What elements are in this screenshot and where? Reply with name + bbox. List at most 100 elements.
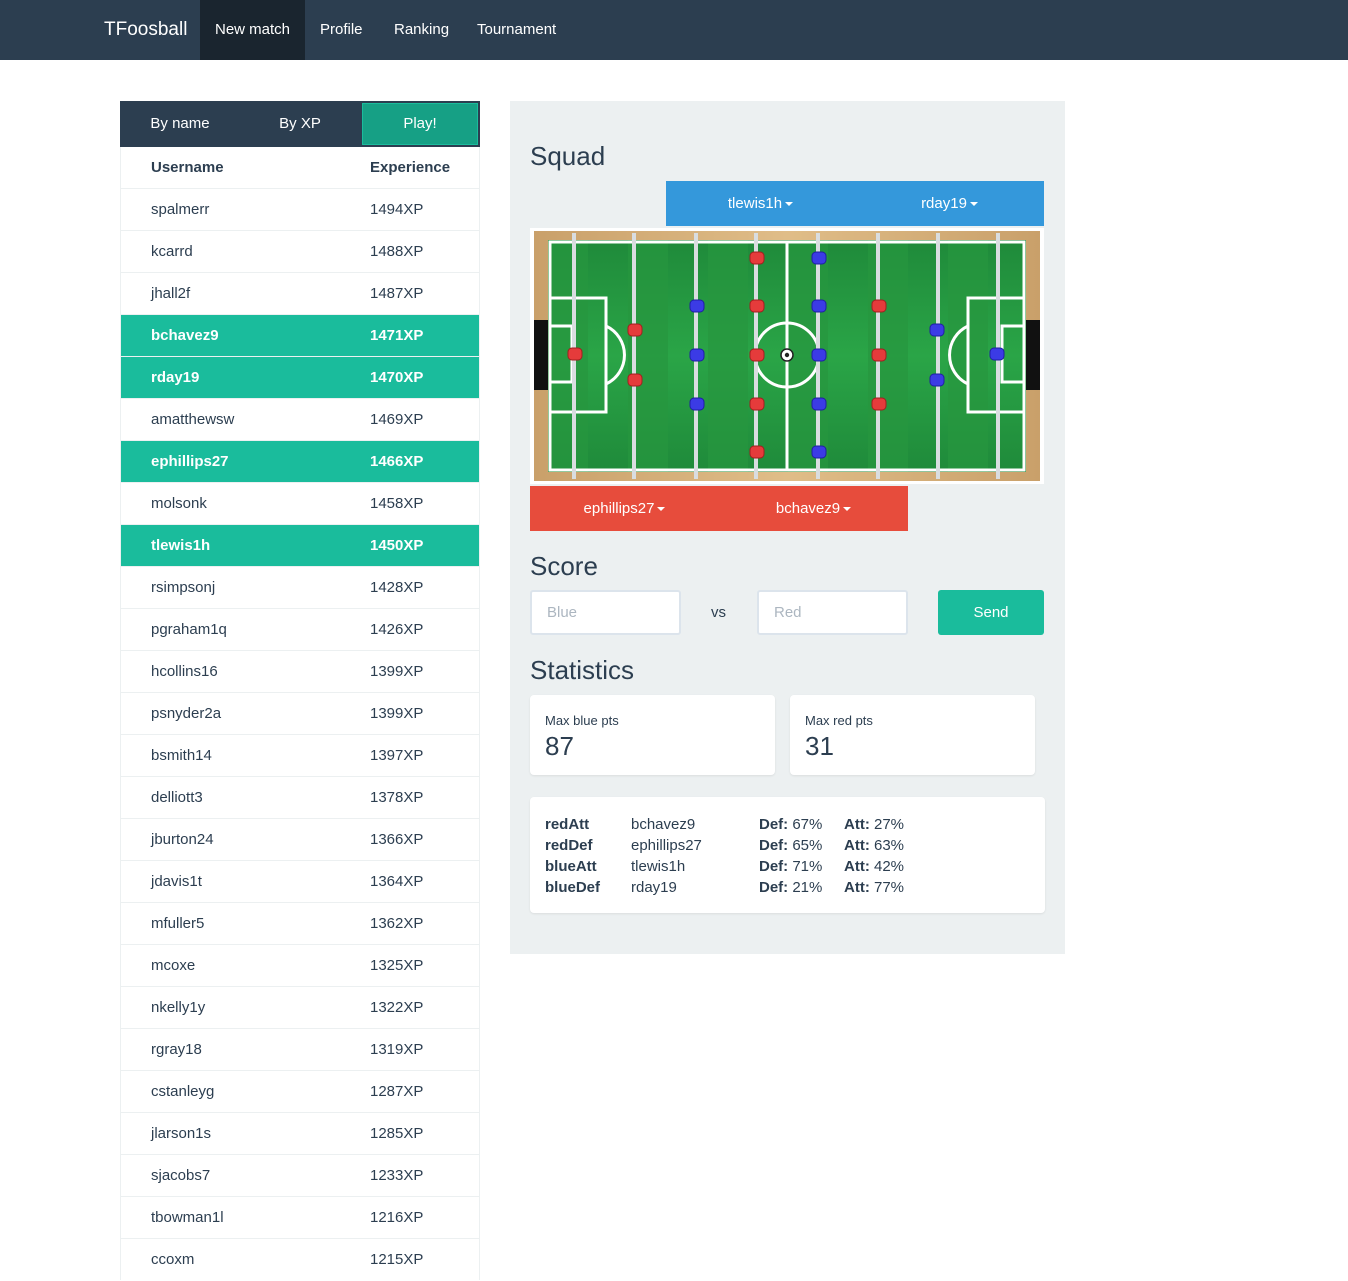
username-cell: jlarson1s — [151, 1125, 212, 1142]
red-attacker-dropdown[interactable]: bchavez9 — [719, 486, 908, 531]
blue-score-input[interactable]: Blue — [530, 590, 681, 635]
xp-cell: 1215XP — [370, 1251, 424, 1268]
nav-new-match[interactable]: New match — [200, 0, 306, 60]
caret-down-icon — [657, 507, 666, 512]
xp-cell: 1378XP — [370, 789, 424, 806]
username-cell: amatthewsw — [151, 411, 235, 428]
att-label: Att: — [844, 837, 870, 854]
table-row[interactable]: amatthewsw 1469XP — [121, 398, 479, 440]
username-cell: cstanleyg — [151, 1083, 215, 1100]
stats-row: redDef ephillips27 Def: 65% Att: 63% — [545, 835, 1045, 856]
xp-cell: 1233XP — [370, 1167, 424, 1184]
table-row[interactable]: jlarson1s 1285XP — [121, 1112, 479, 1154]
xp-cell: 1494XP — [370, 201, 424, 218]
table-row[interactable]: tlewis1h 1450XP — [121, 524, 479, 566]
table-row[interactable]: rgray18 1319XP — [121, 1028, 479, 1070]
table-row[interactable]: cstanleyg 1287XP — [121, 1070, 479, 1112]
table-row[interactable]: rday19 1470XP — [121, 356, 479, 398]
table-row[interactable]: spalmerr 1494XP — [121, 188, 479, 230]
sort-by-xp-button[interactable]: By XP — [240, 101, 360, 147]
table-row[interactable]: hcollins16 1399XP — [121, 650, 479, 692]
xp-cell: 1399XP — [370, 705, 424, 722]
stats-player: ephillips27 — [631, 837, 702, 854]
username-cell: rsimpsonj — [151, 579, 216, 596]
table-row[interactable]: jdavis1t 1364XP — [121, 860, 479, 902]
nav-tournament[interactable]: Tournament — [462, 0, 571, 60]
def-value: 67% — [792, 816, 823, 833]
stats-role: blueAtt — [545, 858, 597, 875]
red-defender-dropdown[interactable]: ephillips27 — [530, 486, 719, 531]
table-row[interactable]: ephillips27 1466XP — [121, 440, 479, 482]
xp-cell: 1487XP — [370, 285, 424, 302]
xp-cell: 1216XP — [370, 1209, 424, 1226]
max-blue-card: Max blue pts 87 — [530, 695, 775, 775]
def-value: 21% — [792, 879, 823, 896]
foosball-table-svg — [534, 231, 1040, 481]
table-row[interactable]: jburton24 1366XP — [121, 818, 479, 860]
vs-label: vs — [711, 604, 726, 621]
xp-cell: 1397XP — [370, 747, 424, 764]
table-row[interactable]: rsimpsonj 1428XP — [121, 566, 479, 608]
caret-down-icon — [785, 202, 794, 207]
match-panel: Squad tlewis1h rday19 ephillips27 bchave… — [510, 101, 1065, 954]
username-cell: rday19 — [151, 369, 200, 386]
blue-defender-dropdown[interactable]: rday19 — [855, 181, 1044, 226]
caret-down-icon — [843, 507, 852, 512]
stats-row: blueDef rday19 Def: 21% Att: 77% — [545, 877, 1045, 898]
table-row[interactable]: bsmith14 1397XP — [121, 734, 479, 776]
username-cell: delliott3 — [151, 789, 203, 806]
play-button[interactable]: Play! — [360, 101, 480, 147]
def-label: Def: — [759, 879, 789, 896]
users-table: Username Experience spalmerr 1494XP kcarrd… — [120, 147, 480, 1280]
max-red-value: 31 — [805, 731, 834, 761]
xp-cell: 1470XP — [370, 369, 424, 386]
def-label: Def: — [759, 816, 789, 833]
username-cell: nkelly1y — [151, 999, 206, 1016]
table-row[interactable]: mfuller5 1362XP — [121, 902, 479, 944]
def-label: Def: — [759, 858, 789, 875]
experience-header[interactable]: Experience — [370, 147, 450, 188]
blue-attacker-name: tlewis1h — [727, 195, 783, 212]
stats-row: blueAtt tlewis1h Def: 71% Att: 42% — [545, 856, 1045, 877]
att-label: Att: — [844, 816, 870, 833]
xp-cell: 1364XP — [370, 873, 424, 890]
table-row[interactable]: psnyder2a 1399XP — [121, 692, 479, 734]
sort-by-name-button[interactable]: By name — [120, 101, 240, 147]
table-row[interactable]: bchavez9 1471XP — [121, 314, 479, 356]
red-score-input[interactable]: Red — [757, 590, 908, 635]
username-cell: kcarrd — [151, 243, 193, 260]
max-blue-label: Max blue pts — [545, 713, 619, 728]
table-row[interactable]: mcoxe 1325XP — [121, 944, 479, 986]
def-value: 71% — [792, 858, 823, 875]
table-row[interactable]: pgraham1q 1426XP — [121, 608, 479, 650]
red-team-bar: ephillips27 bchavez9 — [530, 486, 908, 531]
stats-att: Att: 77% — [844, 877, 904, 898]
brand-logo[interactable]: TFoosball — [104, 0, 187, 60]
max-blue-value: 87 — [545, 731, 574, 761]
table-row[interactable]: kcarrd 1488XP — [121, 230, 479, 272]
att-value: 77% — [874, 879, 905, 896]
username-cell: psnyder2a — [151, 705, 222, 722]
xp-cell: 1426XP — [370, 621, 424, 638]
blue-defender-name: rday19 — [921, 195, 967, 212]
table-row[interactable]: tbowman1l 1216XP — [121, 1196, 479, 1238]
table-row[interactable]: delliott3 1378XP — [121, 776, 479, 818]
send-button[interactable]: Send — [938, 590, 1044, 635]
stats-player: rday19 — [631, 879, 677, 896]
table-row[interactable]: nkelly1y 1322XP — [121, 986, 479, 1028]
xp-cell: 1471XP — [370, 327, 424, 344]
def-value: 65% — [792, 837, 823, 854]
max-red-label: Max red pts — [805, 713, 873, 728]
username-header[interactable]: Username — [151, 147, 224, 188]
table-row[interactable]: ccoxm 1215XP — [121, 1238, 479, 1280]
table-row[interactable]: molsonk 1458XP — [121, 482, 479, 524]
nav-profile[interactable]: Profile — [305, 0, 378, 60]
table-header: Username Experience — [121, 147, 479, 188]
table-row[interactable]: jhall2f 1487XP — [121, 272, 479, 314]
stats-def: Def: 67% — [759, 814, 822, 835]
xp-cell: 1319XP — [370, 1041, 424, 1058]
blue-attacker-dropdown[interactable]: tlewis1h — [666, 181, 855, 226]
nav-ranking[interactable]: Ranking — [379, 0, 464, 60]
username-cell: mfuller5 — [151, 915, 205, 932]
table-row[interactable]: sjacobs7 1233XP — [121, 1154, 479, 1196]
